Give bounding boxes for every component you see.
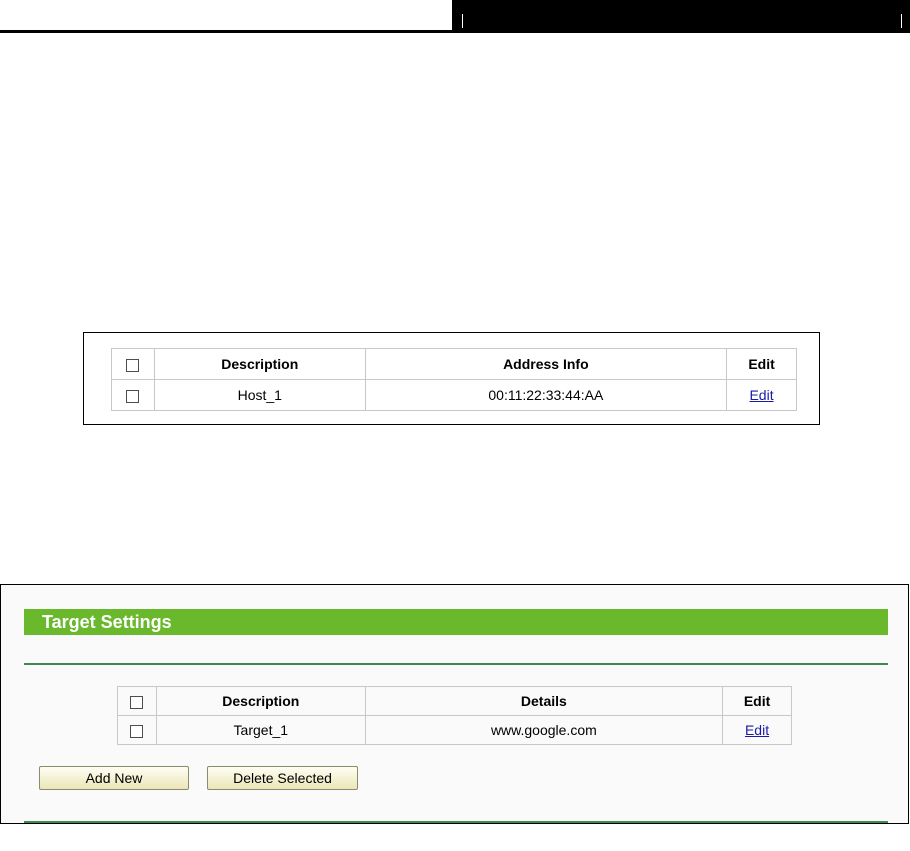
doc-header-bar	[452, 0, 910, 33]
divider	[24, 821, 888, 823]
table-header-row: Description Details Edit	[117, 686, 792, 716]
address-info-header: Address Info	[364, 348, 728, 380]
target-settings-panel: Target Settings Description Details Edit…	[0, 584, 909, 824]
doc-header-rule	[0, 30, 452, 33]
target-table: Description Details Edit Target_1 www.go…	[117, 686, 792, 745]
edit-header: Edit	[726, 348, 797, 380]
edit-header: Edit	[722, 686, 792, 716]
row-checkbox[interactable]	[126, 389, 140, 403]
table-header-row: Description Address Info Edit	[111, 348, 797, 380]
select-all-checkbox[interactable]	[130, 695, 144, 709]
edit-link[interactable]: Edit	[749, 387, 773, 403]
edit-link[interactable]: Edit	[745, 722, 769, 738]
section-title: Target Settings	[24, 609, 888, 635]
host-table: Description Address Info Edit Host_1 00:…	[111, 348, 797, 411]
table-row: Target_1 www.google.com Edit	[117, 715, 792, 745]
description-header: Description	[153, 348, 366, 380]
delete-selected-button[interactable]: Delete Selected	[207, 766, 358, 790]
host-list-panel: Description Address Info Edit Host_1 00:…	[83, 332, 820, 425]
target-details: www.google.com	[364, 715, 724, 745]
host-address-info: 00:11:22:33:44:AA	[364, 379, 728, 411]
add-new-button[interactable]: Add New	[39, 766, 189, 790]
table-row: Host_1 00:11:22:33:44:AA Edit	[111, 379, 797, 411]
divider	[24, 663, 888, 665]
select-all-checkbox[interactable]	[126, 358, 140, 372]
host-description: Host_1	[153, 379, 366, 411]
description-header: Description	[155, 686, 366, 716]
target-description: Target_1	[155, 715, 366, 745]
details-header: Details	[364, 686, 724, 716]
row-checkbox[interactable]	[130, 724, 144, 738]
